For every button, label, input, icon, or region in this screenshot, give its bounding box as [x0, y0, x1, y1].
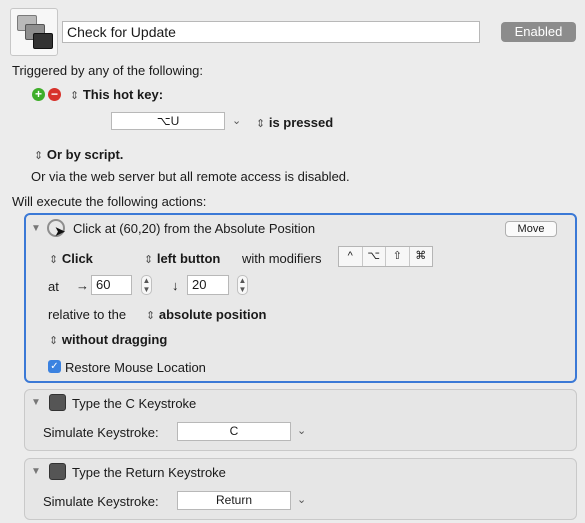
mouse-button-popup[interactable]: ⇕ left button	[144, 251, 220, 266]
relative-label: relative to the	[48, 307, 127, 322]
updown-chevron-icon: ⇕	[70, 90, 80, 102]
remove-trigger-button[interactable]: −	[48, 88, 61, 101]
updown-chevron-icon: ⇕	[146, 310, 156, 322]
updown-chevron-icon: ⇕	[34, 150, 44, 162]
hotkey-state-popup[interactable]: ⇕ is pressed	[256, 115, 333, 130]
updown-chevron-icon: ⇕	[49, 335, 59, 347]
y-coordinate-field[interactable]: 20	[187, 275, 229, 295]
macro-name-field[interactable]: Check for Update	[62, 21, 480, 43]
keystroke-c-field[interactable]: C	[177, 422, 291, 441]
triggers-heading: Triggered by any of the following:	[12, 63, 204, 78]
click-action-panel[interactable]	[24, 213, 577, 383]
script-trigger-popup[interactable]: ⇕ Or by script.	[34, 147, 123, 162]
modifier-buttons: ^ ⌥ ⇧ ⌘	[338, 246, 433, 267]
modifiers-label: with modifiers	[242, 251, 322, 266]
add-trigger-button[interactable]: +	[32, 88, 45, 101]
click-type-popup[interactable]: ⇕ Click	[49, 251, 93, 266]
chevron-down-icon[interactable]: ⌄	[232, 114, 241, 127]
keystroke-c-title: Type the C Keystroke	[72, 396, 197, 411]
enabled-button[interactable]: Enabled	[501, 22, 576, 42]
x-stepper[interactable]: ▲ ▼	[141, 275, 152, 295]
web-server-text: Or via the web server but all remote acc…	[31, 169, 350, 184]
down-arrow-icon: ↓	[172, 278, 179, 293]
chevron-down-icon[interactable]: ⌄	[297, 493, 306, 506]
at-label: at	[48, 279, 59, 294]
restore-mouse-label: Restore Mouse Location	[65, 360, 206, 375]
keyboard-key-icon	[49, 463, 66, 480]
hotkey-field[interactable]: ⌥U	[111, 112, 225, 130]
window-icon-front	[33, 33, 53, 49]
keystroke-return-field[interactable]: Return	[177, 491, 291, 510]
position-popup[interactable]: ⇕ absolute position	[146, 307, 266, 322]
keyboard-key-icon	[49, 394, 66, 411]
simulate-keystroke-label: Simulate Keystroke:	[43, 494, 159, 509]
disclosure-triangle-icon[interactable]: ▼	[31, 397, 41, 408]
updown-chevron-icon: ⇕	[256, 118, 266, 130]
simulate-keystroke-label: Simulate Keystroke:	[43, 425, 159, 440]
right-arrow-icon: →	[76, 278, 89, 293]
command-modifier-button[interactable]: ⌘	[410, 247, 433, 266]
cursor-arrow-icon: ➤	[54, 223, 66, 239]
updown-chevron-icon: ⇕	[144, 254, 154, 266]
disclosure-triangle-icon[interactable]: ▼	[31, 223, 41, 234]
drag-popup[interactable]: ⇕ without dragging	[49, 332, 167, 347]
x-coordinate-field[interactable]: 60	[91, 275, 132, 295]
option-modifier-button[interactable]: ⌥	[363, 247, 386, 266]
move-button[interactable]: Move	[505, 221, 557, 237]
disclosure-triangle-icon[interactable]: ▼	[31, 466, 41, 477]
shift-modifier-button[interactable]: ⇧	[386, 247, 410, 266]
macro-icon	[10, 8, 58, 56]
control-modifier-button[interactable]: ^	[339, 247, 363, 266]
click-action-title: Click at (60,20) from the Absolute Posit…	[73, 221, 316, 236]
keystroke-return-title: Type the Return Keystroke	[72, 465, 226, 480]
y-stepper[interactable]: ▲ ▼	[237, 275, 248, 295]
updown-chevron-icon: ⇕	[49, 254, 59, 266]
chevron-down-icon[interactable]: ⌄	[297, 424, 306, 437]
restore-mouse-checkbox[interactable]: ✓	[48, 360, 61, 373]
hotkey-trigger-popup[interactable]: ⇕ This hot key:	[70, 87, 163, 102]
actions-heading: Will execute the following actions:	[12, 194, 207, 209]
